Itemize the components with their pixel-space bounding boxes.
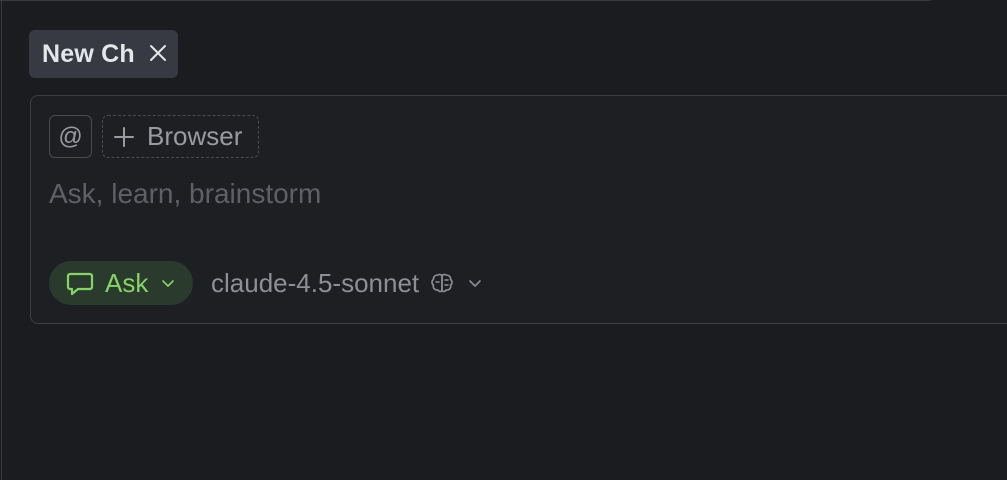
brain-icon [431,273,453,293]
chat-composer: @ Browser Ask claude-4.5-sonnet [30,95,1007,324]
plus-icon [114,126,134,147]
browser-label: Browser [147,121,243,151]
tab-title: New Ch [42,39,135,68]
model-label: claude-4.5-sonnet [211,267,420,298]
chevron-down-icon [469,280,481,287]
panel-divider [1,0,2,480]
chat-input[interactable] [49,174,949,214]
chevron-down-icon [162,280,175,287]
at-icon: @ [58,122,83,150]
chat-panel: New Ch @ Browser Ask claude-4.5-sonnet [0,0,1007,480]
tab-new-chat[interactable]: New Ch [29,30,178,78]
model-selector[interactable]: claude-4.5-sonnet [211,261,483,305]
mode-selector[interactable]: Ask [49,261,193,305]
mode-label: Ask [105,267,149,298]
close-icon[interactable] [147,42,169,64]
add-browser-button[interactable]: Browser [102,115,259,158]
previous-panel-frame [0,0,938,1]
mention-button[interactable]: @ [49,115,92,158]
chat-bubble-icon [66,272,94,296]
